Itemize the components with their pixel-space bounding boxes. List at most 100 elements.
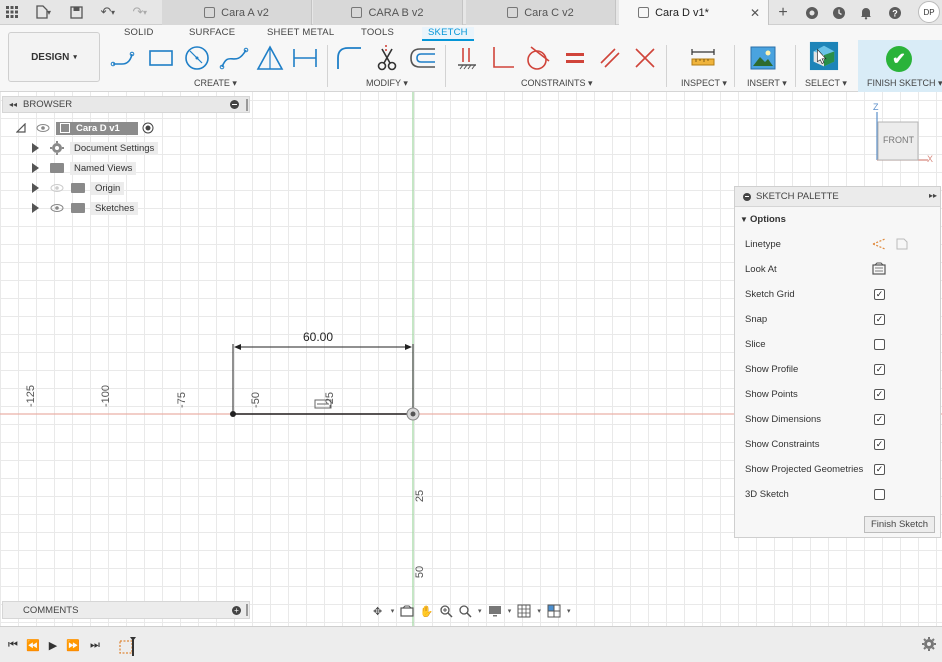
new-tab-icon[interactable]: + [773,3,793,22]
show-constraints-checkbox[interactable]: ✓ [874,438,885,450]
select-menu[interactable]: SELECT ▾ [805,78,847,89]
activate-radio-icon[interactable] [142,122,154,134]
go-to-end-icon[interactable]: ⏭ [88,638,102,652]
trim-tool-icon[interactable] [372,43,402,73]
step-forward-icon[interactable]: ⏩ [66,638,80,652]
browser-node-document-settings[interactable]: Document Settings [32,140,182,156]
browser-header[interactable]: ◂◂ BROWSER [2,96,250,113]
tab-surface[interactable]: SURFACE [189,27,235,41]
grid-settings-icon[interactable] [517,603,532,619]
fillet-tool-icon[interactable] [334,43,364,73]
workspace-switcher[interactable]: DESIGN ▾ [8,32,100,82]
panel-grip-icon[interactable] [246,99,248,111]
look-at-icon[interactable] [871,262,887,276]
display-chevron-icon[interactable]: ▾ [506,603,512,619]
fit-zoom-icon[interactable] [457,603,472,619]
app-grid-icon[interactable] [2,3,22,21]
expand-triangle-icon[interactable] [32,183,39,193]
create-menu[interactable]: CREATE ▾ [194,78,237,89]
expanded-triangle-icon[interactable] [16,123,26,133]
midpoint-constraint-icon[interactable] [630,43,660,73]
browser-root[interactable]: Cara D v1 [16,120,166,136]
finish-sketch-button[interactable]: ✔ FINISH SKETCH ▾ [858,40,942,92]
viewports-icon[interactable] [546,603,561,619]
polygon-tool-icon[interactable] [255,43,285,73]
tab-tools[interactable]: TOOLS [361,27,394,41]
viewports-chevron-icon[interactable]: ▾ [566,603,572,619]
expand-triangle-icon[interactable] [32,203,39,213]
finish-sketch-menu[interactable]: FINISH SKETCH ▾ [867,78,942,89]
sketch-point[interactable] [230,411,236,417]
add-comment-icon[interactable]: + [232,606,241,615]
constraints-menu[interactable]: CONSTRAINTS ▾ [521,78,593,89]
orbit-icon[interactable]: ✥ [370,603,385,619]
notifications-icon[interactable] [856,3,876,22]
construction-line-icon[interactable] [871,237,887,251]
offset-tool-icon[interactable] [408,43,438,73]
inspect-menu[interactable]: INSPECT ▾ [681,78,727,89]
timeline-settings-gear-icon[interactable] [922,637,936,654]
visibility-eye-icon[interactable] [36,123,50,133]
perpendicular-constraint-icon[interactable] [487,43,517,73]
viewcube-face-front[interactable]: FRONT [883,135,914,145]
doc-tab-cara-a[interactable]: Cara A v2 [162,0,312,25]
extensions-icon[interactable] [802,3,822,22]
save-icon[interactable] [66,3,86,21]
visibility-eye-icon[interactable] [50,203,64,213]
go-to-start-icon[interactable]: ⏮ [6,638,20,652]
coincident-constraint-icon[interactable] [452,43,482,73]
palette-finish-sketch-button[interactable]: Finish Sketch [864,516,935,533]
show-dimensions-checkbox[interactable]: ✓ [874,413,885,425]
viewcube[interactable]: Z X FRONT [868,100,938,170]
step-back-icon[interactable]: ⏪ [26,638,40,652]
doc-tab-cara-b[interactable]: CARA B v2 [313,0,463,25]
tab-solid[interactable]: SOLID [124,27,154,41]
tangent-constraint-icon[interactable] [522,43,552,73]
doc-tab-cara-d[interactable]: Cara D v1* ✕ [619,0,769,25]
insert-menu[interactable]: INSERT ▾ [747,78,787,89]
display-settings-icon[interactable] [487,603,502,619]
look-at-nav-icon[interactable] [400,603,415,619]
select-tool-icon[interactable] [809,41,839,71]
sketch-palette-header[interactable]: SKETCH PALETTE ▸▸ [735,187,940,207]
pan-hand-icon[interactable]: ✋ [419,603,434,619]
undo-chevron-icon[interactable]: ▾ [108,3,118,21]
expand-right-icon[interactable]: ▸▸ [929,191,937,200]
slice-checkbox[interactable] [874,338,885,350]
job-status-icon[interactable] [829,3,849,22]
show-points-checkbox[interactable]: ✓ [874,388,885,400]
browser-node-sketches[interactable]: Sketches [32,200,182,216]
expand-triangle-icon[interactable] [32,163,39,173]
equal-constraint-icon[interactable] [560,43,590,73]
close-tab-icon[interactable]: ✕ [750,6,760,20]
show-projected-geometries-checkbox[interactable]: ✓ [874,463,885,475]
comments-panel[interactable]: COMMENTS + [2,601,250,619]
collapse-left-icon[interactable]: ◂◂ [9,100,17,109]
parallel-constraint-icon[interactable] [595,43,625,73]
centerline-icon[interactable] [895,237,909,251]
measure-tool-icon[interactable] [688,43,718,73]
line-tool-icon[interactable] [110,43,140,73]
hidden-eye-icon[interactable] [50,183,64,193]
snap-checkbox[interactable]: ✓ [874,313,885,325]
expand-triangle-icon[interactable] [32,143,39,153]
panel-grip-icon[interactable] [246,604,248,616]
modify-menu[interactable]: MODIFY ▾ [366,78,408,89]
tab-sheet-metal[interactable]: SHEET METAL [267,27,334,41]
circle-tool-icon[interactable] [182,43,212,73]
browser-node-origin[interactable]: Origin [32,180,182,196]
doc-tab-cara-c[interactable]: Cara C v2 [466,0,616,25]
help-icon[interactable]: ? [885,3,905,22]
user-avatar[interactable]: DP [918,1,940,23]
play-icon[interactable]: ▶ [46,638,60,652]
options-section-header[interactable]: ▼ Options [735,209,940,229]
insert-image-icon[interactable] [748,43,778,73]
browser-node-named-views[interactable]: Named Views [32,160,182,176]
root-component[interactable]: Cara D v1 [56,121,138,135]
browser-options-icon[interactable] [230,100,239,109]
3d-sketch-checkbox[interactable] [874,488,885,500]
grid-chevron-icon[interactable]: ▾ [536,603,542,619]
palette-options-icon[interactable] [743,192,751,201]
redo-chevron-icon[interactable]: ▾ [140,3,150,21]
rectangle-tool-icon[interactable] [146,43,176,73]
